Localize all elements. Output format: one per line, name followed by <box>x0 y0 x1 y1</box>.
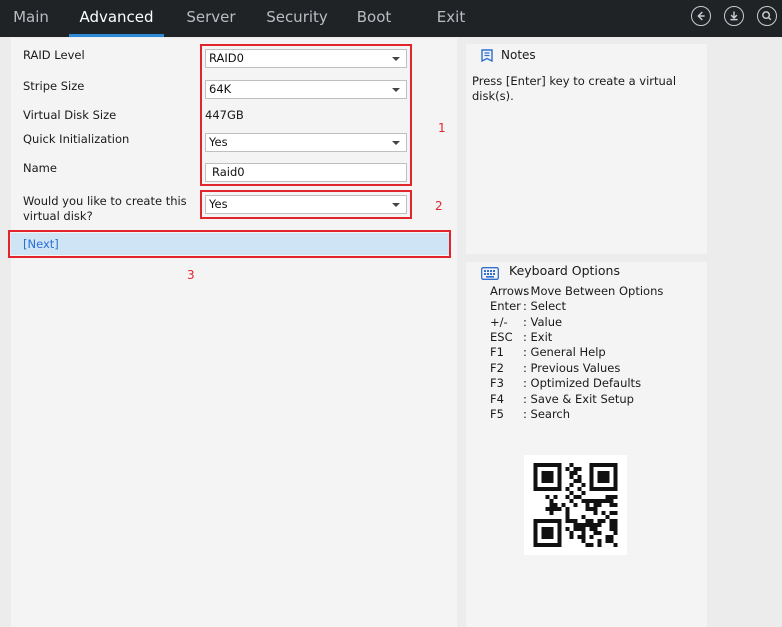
name-label: Name <box>23 161 57 175</box>
keyboard-option-row: F1 : General Help <box>490 345 606 360</box>
tab-exit[interactable]: Exit <box>428 0 474 37</box>
tab-main[interactable]: Main <box>4 0 58 37</box>
stripe-size-label: Stripe Size <box>23 79 85 93</box>
keyboard-options-title: Keyboard Options <box>509 263 620 278</box>
annotation-number-3: 3 <box>187 268 195 282</box>
annotation-box-2 <box>200 190 412 219</box>
create-confirm-label: Would you like to create this virtual di… <box>23 194 187 224</box>
annotation-number-1: 1 <box>438 121 446 135</box>
download-icon[interactable] <box>724 6 744 26</box>
create-confirm-label-line2: virtual disk? <box>23 209 93 223</box>
keyboard-key-description: : Search <box>523 407 571 421</box>
create-confirm-label-line1: Would you like to create this <box>23 194 187 208</box>
keyboard-option-row: +/- : Value <box>490 315 562 330</box>
keyboard-key-description: : Exit <box>523 330 553 344</box>
keyboard-key-label: F3 <box>490 376 504 390</box>
keyboard-key-description: : Value <box>523 315 563 329</box>
keyboard-key-description: : Move Between Options <box>523 284 664 298</box>
virtual-disk-size-label: Virtual Disk Size <box>23 108 117 122</box>
keyboard-option-row: Arrows: Move Between Options <box>490 284 663 299</box>
keyboard-key-description: : Save & Exit Setup <box>523 392 634 406</box>
keyboard-key-label: Enter <box>490 299 521 313</box>
keyboard-option-row: F5 : Search <box>490 407 570 422</box>
keyboard-key-label: +/- <box>490 315 508 329</box>
tab-server[interactable]: Server <box>178 0 244 37</box>
keyboard-option-row: F4 : Save & Exit Setup <box>490 392 634 407</box>
keyboard-key-label: F4 <box>490 392 504 406</box>
back-icon[interactable] <box>691 6 711 26</box>
keyboard-option-row: F3 : Optimized Defaults <box>490 376 641 391</box>
qr-code <box>524 455 627 555</box>
tab-security[interactable]: Security <box>260 0 334 37</box>
keyboard-key-description: : Previous Values <box>523 361 621 375</box>
annotation-box-3 <box>8 230 451 258</box>
keyboard-key-label: F1 <box>490 345 504 359</box>
keyboard-key-description: : General Help <box>523 345 606 359</box>
keyboard-key-label: ESC <box>490 330 513 344</box>
raid-level-label: RAID Level <box>23 48 85 62</box>
quick-init-label: Quick Initialization <box>23 132 130 146</box>
keyboard-key-label: F5 <box>490 407 504 421</box>
keyboard-key-label: Arrows <box>490 284 530 298</box>
annotation-number-2: 2 <box>435 199 443 213</box>
search-icon[interactable] <box>757 6 777 26</box>
keyboard-icon <box>481 265 499 280</box>
keyboard-option-row: F2 : Previous Values <box>490 361 620 376</box>
keyboard-option-row: ESC : Exit <box>490 330 552 345</box>
keyboard-key-description: : Optimized Defaults <box>523 376 642 390</box>
keyboard-key-description: : Select <box>523 299 567 313</box>
tab-advanced[interactable]: Advanced <box>69 0 164 37</box>
tab-boot[interactable]: Boot <box>348 0 400 37</box>
notes-icon <box>481 47 493 63</box>
notes-text: Press [Enter] key to create a virtual di… <box>472 74 677 103</box>
keyboard-key-label: F2 <box>490 361 504 375</box>
top-menu-bar: Main Advanced Server Security Boot Exit <box>0 0 782 37</box>
keyboard-option-row: Enter: Select <box>490 299 566 314</box>
notes-title: Notes <box>501 48 536 62</box>
annotation-box-1 <box>200 44 412 186</box>
